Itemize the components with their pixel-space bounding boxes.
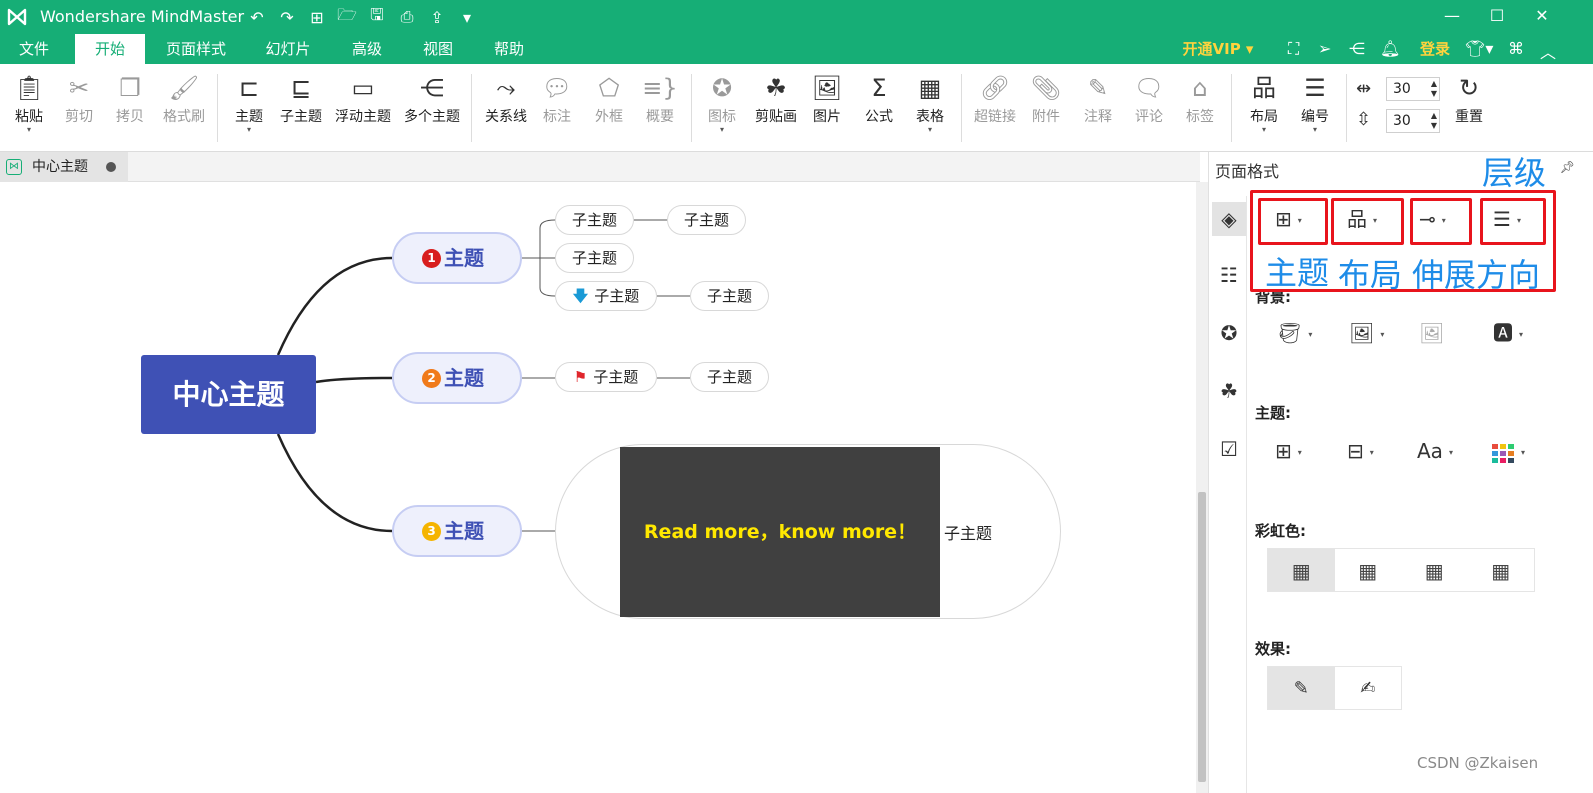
- panel-title: 页面格式: [1215, 162, 1280, 181]
- layout-button[interactable]: 品布局 ▾: [1245, 72, 1283, 134]
- main-topic-2[interactable]: 2 主题: [392, 352, 522, 404]
- apps-icon[interactable]: ⌘: [1508, 39, 1524, 58]
- scrollbar-thumb[interactable]: [1198, 492, 1206, 782]
- outline-tab-icon[interactable]: ☷: [1212, 258, 1246, 292]
- text-box-icon: 🅰︎: [1493, 321, 1513, 345]
- numbering-button[interactable]: ☰ 编号 ▾: [1296, 72, 1334, 134]
- annotation-theme: 主题: [1265, 254, 1330, 292]
- rainbow-options: ▦ ▦ ▦ ▦: [1267, 548, 1535, 592]
- maximize-button[interactable]: ☐: [1482, 4, 1512, 28]
- collapse-ribbon-icon[interactable]: ︿: [1540, 39, 1556, 63]
- send-icon[interactable]: ➢: [1318, 39, 1331, 58]
- flag-icon: ⚑: [573, 368, 588, 386]
- horizontal-spacing-icon: ⇹: [1356, 78, 1372, 99]
- fill-color-dropdown[interactable]: 🪣︎ ▾: [1277, 318, 1312, 348]
- rainbow-label: 彩虹色:: [1255, 522, 1306, 540]
- close-button[interactable]: ✕: [1527, 4, 1557, 28]
- clipart-tab-icon[interactable]: ☘: [1212, 374, 1246, 408]
- rainbow-option-4-icon[interactable]: ▦: [1468, 549, 1535, 591]
- rainbow-option-3-icon[interactable]: ▦: [1401, 549, 1468, 591]
- annotation-box-layout: [1331, 198, 1404, 245]
- panel-sidebar: ◈ ☷ ✪ ☘ ☑: [1209, 196, 1247, 793]
- remove-background-button[interactable]: 🖼︎: [1419, 318, 1444, 348]
- subtopic[interactable]: 子主题: [690, 362, 769, 392]
- subtopic[interactable]: 🡇 子主题: [555, 281, 657, 311]
- annotation-box-direction: [1410, 198, 1472, 245]
- effect-options: ✎ ✍: [1267, 666, 1402, 710]
- ribbon-divider: [1346, 74, 1347, 142]
- arrow-down-icon: 🡇: [572, 287, 589, 305]
- subtopic[interactable]: 子主题: [555, 205, 634, 235]
- central-topic[interactable]: 中心主题: [141, 355, 316, 434]
- image-delete-icon: 🖼︎: [1419, 321, 1445, 345]
- watermark-dropdown[interactable]: 🅰︎ ▾: [1493, 318, 1523, 348]
- watermark: CSDN @Zkaisen: [1417, 754, 1539, 772]
- font-icon: Aa: [1417, 439, 1443, 463]
- color-palette-icon: [1492, 443, 1514, 463]
- canvas-scrollbar[interactable]: [1196, 182, 1208, 793]
- rainbow-option-1-icon[interactable]: ▦: [1268, 549, 1335, 591]
- subtopic[interactable]: 子主题: [690, 281, 769, 311]
- subtopic[interactable]: ⚑ 子主题: [555, 362, 657, 392]
- bell-icon[interactable]: 🔔︎: [1380, 39, 1400, 58]
- minimize-button[interactable]: —: [1437, 4, 1467, 28]
- effect-label: 效果:: [1255, 640, 1291, 658]
- main-topic-3[interactable]: 3 主题: [392, 505, 522, 557]
- annotation-direction: 伸展方向: [1412, 256, 1541, 294]
- annotation-box-level: [1480, 198, 1546, 245]
- vertical-spacing-icon: ⇳: [1356, 109, 1372, 130]
- subtopic[interactable]: 子主题: [555, 243, 634, 273]
- priority-2-icon: 2: [422, 369, 441, 388]
- task-tab-icon[interactable]: ☑: [1212, 432, 1246, 466]
- annotation-layout: 布局: [1338, 256, 1403, 294]
- fullscreen-icon[interactable]: ⛶: [1288, 39, 1299, 59]
- grid-icon: ⊞: [1275, 439, 1292, 463]
- rainbow-option-2-icon[interactable]: ▦: [1335, 549, 1402, 591]
- layout-icon: 品: [1252, 74, 1276, 102]
- hand-drawn-effect-icon[interactable]: ✍: [1335, 667, 1402, 709]
- refresh-icon: ↻: [1458, 74, 1480, 102]
- share-icon[interactable]: ⋲: [1349, 39, 1365, 58]
- annotation-level: 层级: [1482, 154, 1547, 192]
- vertical-spacing-input[interactable]: 30 ▲ ▼: [1386, 109, 1440, 133]
- color-scheme-dropdown[interactable]: ▾: [1491, 436, 1525, 466]
- annotation-box-theme: [1258, 198, 1328, 245]
- theme-style-dropdown[interactable]: ⊟ ▾: [1347, 436, 1374, 466]
- numbered-list-icon: ☰: [1304, 74, 1326, 102]
- priority-1-icon: 1: [422, 249, 441, 268]
- theme-dropdown[interactable]: ⊞ ▾: [1275, 436, 1302, 466]
- paint-bucket-icon: 🪣︎: [1277, 321, 1303, 345]
- icon-tab-icon[interactable]: ✪: [1212, 316, 1246, 350]
- ribbon-divider: [1231, 74, 1232, 142]
- subtopic-image: Read more，know more！: [620, 447, 940, 617]
- theme-label: 主题:: [1255, 404, 1291, 422]
- subtopic[interactable]: 子主题: [667, 205, 746, 235]
- pin-icon[interactable]: 📌︎: [1560, 160, 1575, 174]
- grid-list-icon: ⊟: [1347, 439, 1364, 463]
- pen-effect-icon[interactable]: ✎: [1268, 667, 1335, 709]
- subtopic-label: 子主题: [944, 524, 993, 543]
- skin-icon[interactable]: 👕︎▾: [1465, 39, 1493, 58]
- priority-3-icon: 3: [422, 522, 441, 541]
- main-topic-1[interactable]: 1 主题: [392, 232, 522, 284]
- format-tab-icon[interactable]: ◈: [1212, 202, 1246, 236]
- login-button[interactable]: 登录: [1410, 34, 1460, 64]
- reset-button[interactable]: ↻ 重置: [1450, 72, 1488, 126]
- theme-font-dropdown[interactable]: Aa ▾: [1417, 436, 1453, 466]
- horizontal-spacing-input[interactable]: 30 ▲ ▼: [1386, 77, 1440, 101]
- background-image-dropdown[interactable]: 🖼︎ ▾: [1349, 318, 1384, 348]
- image-icon: 🖼︎: [1349, 321, 1375, 345]
